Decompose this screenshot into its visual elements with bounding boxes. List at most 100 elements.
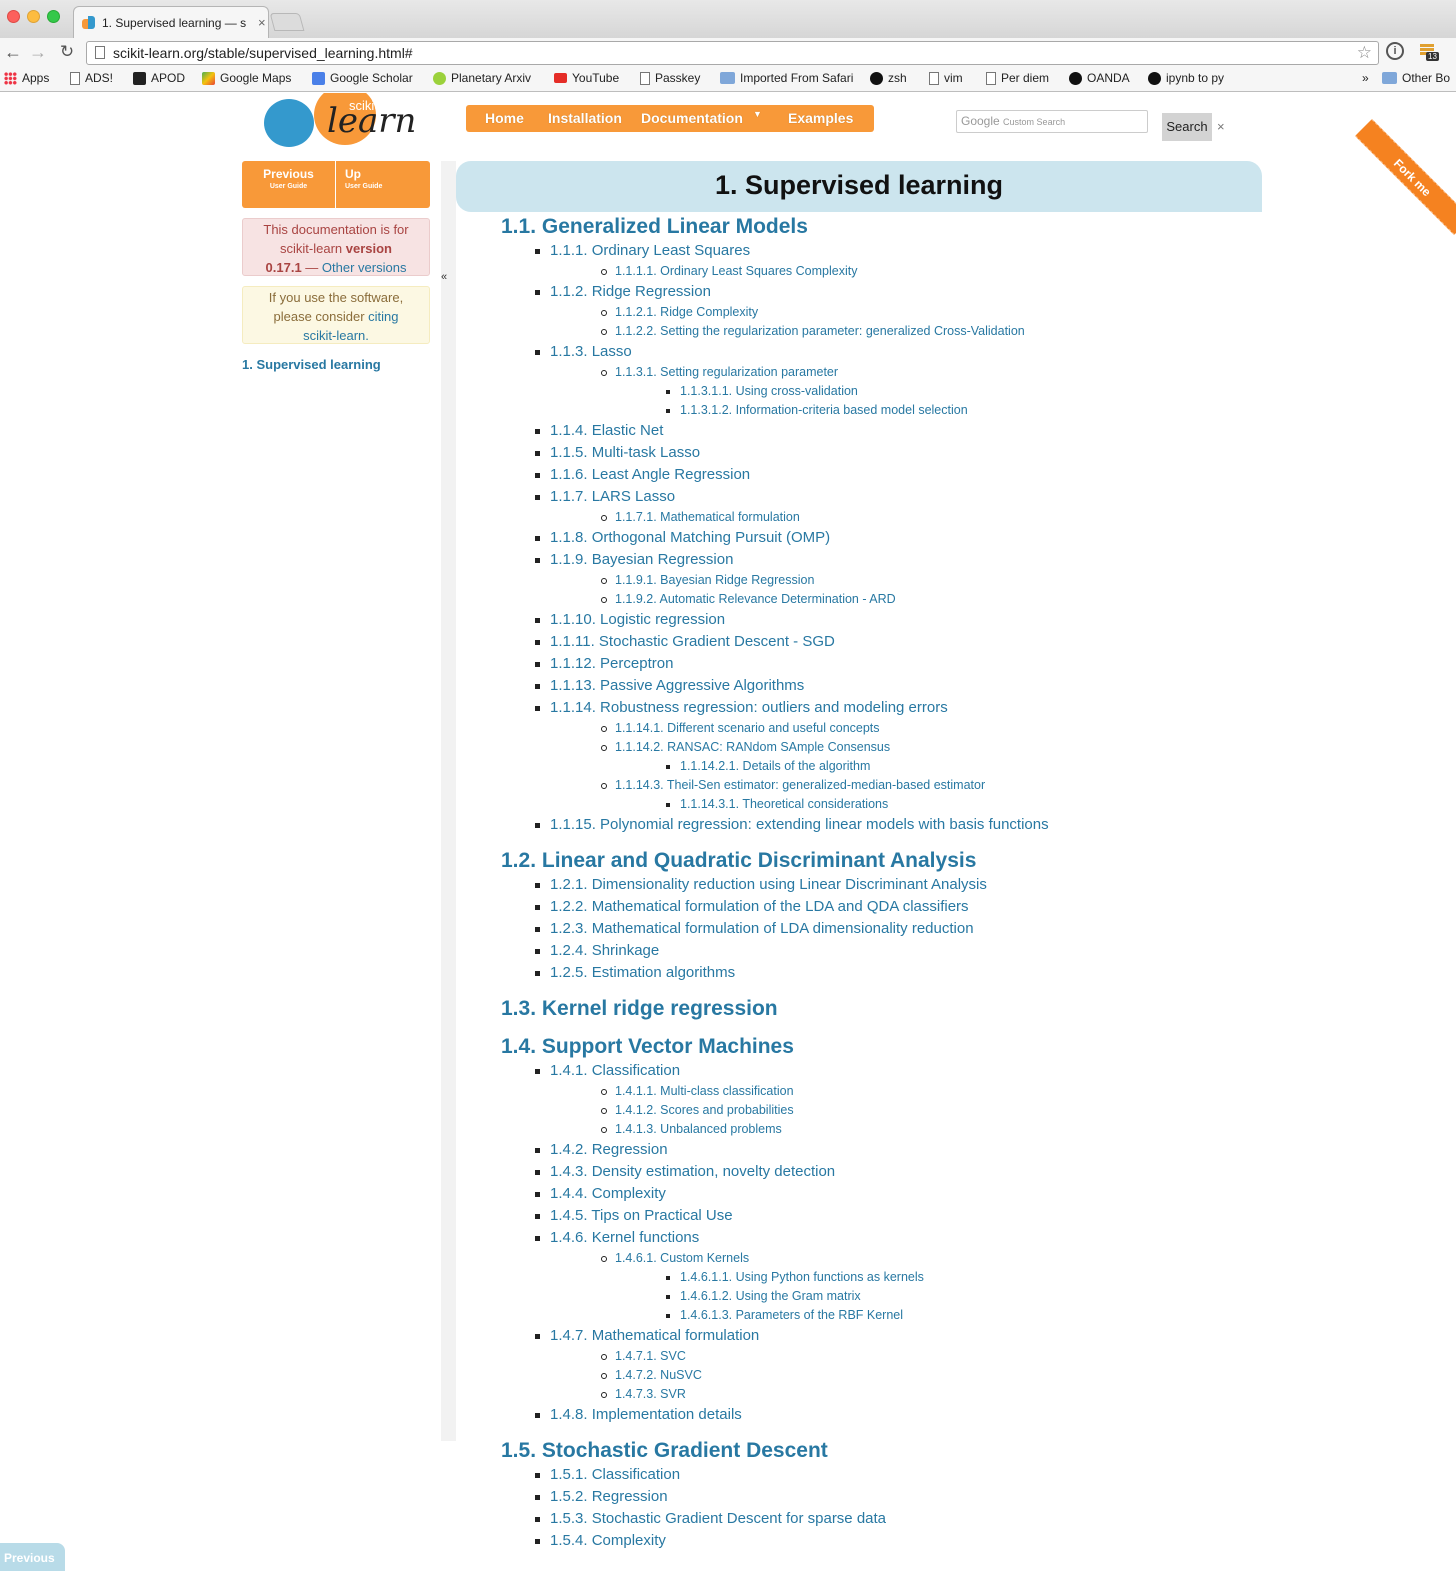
toc-subitem-link[interactable]: 1.1.1.1. Ordinary Least Squares Complexi… <box>601 262 1241 281</box>
toc-subitem-link[interactable]: 1.1.2.1. Ridge Complexity <box>601 303 1241 322</box>
bookmark-apps[interactable]: Apps <box>4 71 49 85</box>
toc-deep-item-link[interactable]: 1.4.6.1.2. Using the Gram matrix <box>666 1287 1241 1306</box>
dropdown-caret-icon[interactable]: ▼ <box>753 109 762 119</box>
search-button[interactable]: Search <box>1162 113 1212 141</box>
toc-item-link[interactable]: 1.2.1. Dimensionality reduction using Li… <box>535 874 1241 896</box>
previous-button[interactable]: Previous User Guide <box>242 161 336 208</box>
toc-item-link[interactable]: 1.1.11. Stochastic Gradient Descent - SG… <box>535 631 1241 653</box>
bookmark-oanda[interactable]: OANDA <box>1069 71 1130 85</box>
toc-item-link[interactable]: 1.5.2. Regression <box>535 1486 1241 1508</box>
toc-subitem-link[interactable]: 1.4.1.2. Scores and probabilities <box>601 1101 1241 1120</box>
toc-subitem-link[interactable]: 1.1.14.1. Different scenario and useful … <box>601 719 1241 738</box>
section-heading-link[interactable]: 1.2. Linear and Quadratic Discriminant A… <box>501 848 1241 874</box>
toc-deep-item-link[interactable]: 1.1.3.1.2. Information-criteria based mo… <box>666 401 1241 420</box>
scikit-learn-cite-link[interactable]: scikit-learn. <box>243 326 429 345</box>
section-heading-link[interactable]: 1.3. Kernel ridge regression <box>501 996 1241 1022</box>
toc-subitem-link[interactable]: 1.1.9.2. Automatic Relevance Determinati… <box>601 590 1241 609</box>
toc-item-link[interactable]: 1.4.8. Implementation details <box>535 1404 1241 1426</box>
toc-item-link[interactable]: 1.5.1. Classification <box>535 1464 1241 1486</box>
toc-subitem-link[interactable]: 1.4.7.1. SVC <box>601 1347 1241 1366</box>
toc-subitem-link[interactable]: 1.1.14.3. Theil-Sen estimator: generaliz… <box>601 776 1241 795</box>
toc-subitem-link[interactable]: 1.1.3.1. Setting regularization paramete… <box>601 363 1241 382</box>
bookmark-google-scholar[interactable]: Google Scholar <box>312 71 413 85</box>
bookmark-other-bookmarks[interactable]: Other Bo <box>1382 71 1450 85</box>
bookmark-passkey[interactable]: Passkey <box>640 71 700 85</box>
toc-item-link[interactable]: 1.2.4. Shrinkage <box>535 940 1241 962</box>
minimize-window-icon[interactable] <box>27 10 40 23</box>
search-clear-icon[interactable]: × <box>1217 119 1225 134</box>
toc-subitem-link[interactable]: 1.4.6.1. Custom Kernels <box>601 1249 1241 1268</box>
toc-item-link[interactable]: 1.1.4. Elastic Net <box>535 420 1241 442</box>
toc-subitem-link[interactable]: 1.1.9.1. Bayesian Ridge Regression <box>601 571 1241 590</box>
toc-item-link[interactable]: 1.4.1. Classification <box>535 1060 1241 1082</box>
toc-item-link[interactable]: 1.2.3. Mathematical formulation of LDA d… <box>535 918 1241 940</box>
bookmark-vim[interactable]: vim <box>929 71 963 85</box>
maximize-window-icon[interactable] <box>47 10 60 23</box>
sidebar-collapse-bar[interactable] <box>441 161 456 1441</box>
info-extension-icon[interactable]: i <box>1386 42 1404 60</box>
toc-subitem-link[interactable]: 1.1.14.2. RANSAC: RANdom SAmple Consensu… <box>601 738 1241 757</box>
forward-arrow-icon[interactable]: → <box>27 41 49 63</box>
nav-examples[interactable]: Examples <box>788 110 853 126</box>
stack-extension-icon[interactable]: 13 <box>1418 42 1440 62</box>
toc-item-link[interactable]: 1.1.8. Orthogonal Matching Pursuit (OMP) <box>535 527 1241 549</box>
bookmark-ads[interactable]: ADS! <box>70 71 113 85</box>
toc-item-link[interactable]: 1.1.5. Multi-task Lasso <box>535 442 1241 464</box>
toc-item-link[interactable]: 1.4.7. Mathematical formulation <box>535 1325 1241 1347</box>
toc-deep-item-link[interactable]: 1.4.6.1.1. Using Python functions as ker… <box>666 1268 1241 1287</box>
toc-item-link[interactable]: 1.1.10. Logistic regression <box>535 609 1241 631</box>
toc-subitem-link[interactable]: 1.4.1.1. Multi-class classification <box>601 1082 1241 1101</box>
toc-deep-item-link[interactable]: 1.1.3.1.1. Using cross-validation <box>666 382 1241 401</box>
toc-item-link[interactable]: 1.4.3. Density estimation, novelty detec… <box>535 1161 1241 1183</box>
bookmark-per-diem[interactable]: Per diem <box>986 71 1049 85</box>
scikit-learn-logo[interactable]: scikit learn <box>262 93 422 151</box>
bookmark-google-maps[interactable]: Google Maps <box>202 71 291 85</box>
back-arrow-icon[interactable]: ← <box>2 41 24 63</box>
toc-item-link[interactable]: 1.2.5. Estimation algorithms <box>535 962 1241 984</box>
bookmark-planetary-arxiv[interactable]: Planetary Arxiv <box>433 71 531 85</box>
toc-deep-item-link[interactable]: 1.4.6.1.3. Parameters of the RBF Kernel <box>666 1306 1241 1325</box>
toc-item-link[interactable]: 1.1.12. Perceptron <box>535 653 1241 675</box>
bookmark-youtube[interactable]: YouTube <box>554 71 619 85</box>
browser-tab-active[interactable]: 1. Supervised learning — s × <box>73 6 269 38</box>
bookmark-star-icon[interactable]: ☆ <box>1357 42 1372 64</box>
toc-item-link[interactable]: 1.4.6. Kernel functions <box>535 1227 1241 1249</box>
sidebar-toc-current[interactable]: 1. Supervised learning <box>242 357 381 372</box>
nav-installation[interactable]: Installation <box>548 110 622 126</box>
citing-link[interactable]: citing <box>368 309 398 324</box>
address-bar[interactable]: scikit-learn.org/stable/supervised_learn… <box>86 41 1379 65</box>
toc-item-link[interactable]: 1.1.14. Robustness regression: outliers … <box>535 697 1241 719</box>
toc-subitem-link[interactable]: 1.4.1.3. Unbalanced problems <box>601 1120 1241 1139</box>
collapse-sidebar-icon[interactable]: « <box>441 271 447 283</box>
toc-item-link[interactable]: 1.5.4. Complexity <box>535 1530 1241 1552</box>
search-input[interactable]: Google Custom Search <box>956 110 1148 133</box>
toc-subitem-link[interactable]: 1.1.7.1. Mathematical formulation <box>601 508 1241 527</box>
close-window-icon[interactable] <box>7 10 20 23</box>
reload-icon[interactable]: ↻ <box>56 41 78 63</box>
toc-item-link[interactable]: 1.1.9. Bayesian Regression <box>535 549 1241 571</box>
toc-deep-item-link[interactable]: 1.1.14.3.1. Theoretical considerations <box>666 795 1241 814</box>
section-heading-link[interactable]: 1.5. Stochastic Gradient Descent <box>501 1438 1241 1464</box>
toc-item-link[interactable]: 1.1.15. Polynomial regression: extending… <box>535 814 1241 836</box>
section-heading-link[interactable]: 1.4. Support Vector Machines <box>501 1034 1241 1060</box>
toc-item-link[interactable]: 1.2.2. Mathematical formulation of the L… <box>535 896 1241 918</box>
toc-item-link[interactable]: 1.1.6. Least Angle Regression <box>535 464 1241 486</box>
toc-subitem-link[interactable]: 1.4.7.2. NuSVC <box>601 1366 1241 1385</box>
bookmark-imported-from-safari[interactable]: Imported From Safari <box>720 71 853 85</box>
nav-home[interactable]: Home <box>485 110 524 126</box>
toc-deep-item-link[interactable]: 1.1.14.2.1. Details of the algorithm <box>666 757 1241 776</box>
toc-item-link[interactable]: 1.4.5. Tips on Practical Use <box>535 1205 1241 1227</box>
toc-item-link[interactable]: 1.1.7. LARS Lasso <box>535 486 1241 508</box>
up-button[interactable]: Up User Guide <box>336 161 416 208</box>
toc-item-link[interactable]: 1.1.3. Lasso <box>535 341 1241 363</box>
toc-item-link[interactable]: 1.5.3. Stochastic Gradient Descent for s… <box>535 1508 1241 1530</box>
toc-item-link[interactable]: 1.4.2. Regression <box>535 1139 1241 1161</box>
fork-me-ribbon[interactable]: Fork me <box>1355 119 1456 235</box>
toc-item-link[interactable]: 1.1.13. Passive Aggressive Algorithms <box>535 675 1241 697</box>
other-versions-link[interactable]: Other versions <box>322 260 407 275</box>
bookmarks-overflow-button[interactable]: » <box>1362 71 1369 85</box>
bookmark-apod[interactable]: APOD <box>133 71 185 85</box>
bookmark-zsh[interactable]: zsh <box>870 71 907 85</box>
new-tab-button[interactable] <box>269 13 305 31</box>
toc-item-link[interactable]: 1.1.1. Ordinary Least Squares <box>535 240 1241 262</box>
